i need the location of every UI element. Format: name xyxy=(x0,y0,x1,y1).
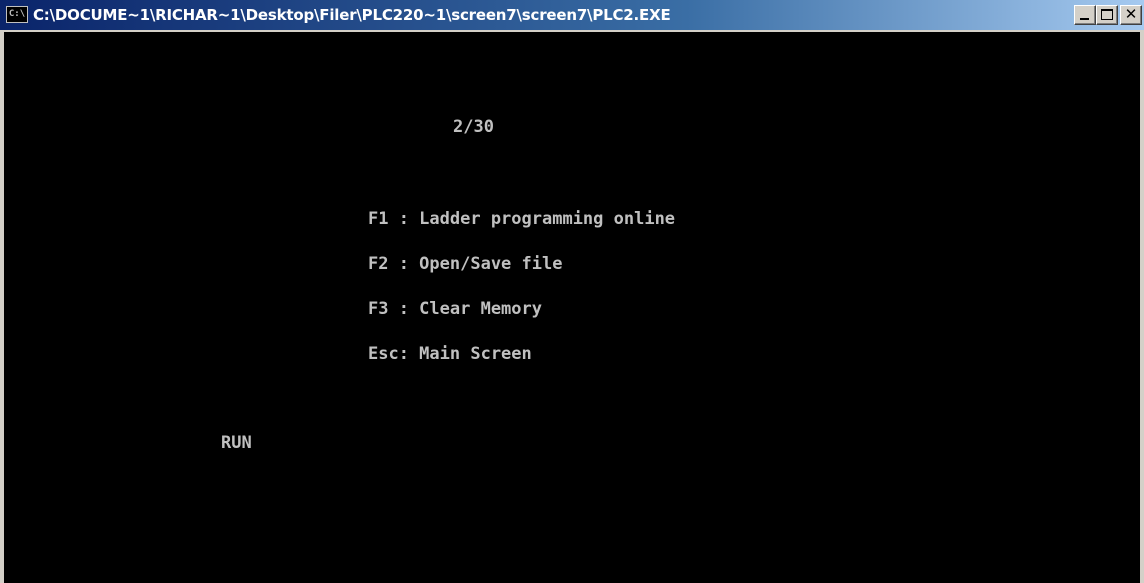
console-window: C:\ C:\DOCUME~1\RICHAR~1\Desktop\Filer\P… xyxy=(0,0,1144,583)
close-icon: ✕ xyxy=(1124,5,1138,23)
cmd-console-icon[interactable]: C:\ xyxy=(6,6,28,23)
maximize-button[interactable] xyxy=(1096,5,1118,25)
minimize-icon xyxy=(1080,18,1089,20)
menu-item-f2: F2 : Open/Save file xyxy=(368,254,563,274)
console-screen[interactable]: 2/30 F1 : Ladder programming online F2 :… xyxy=(4,32,1140,583)
function-key-menu: F1 : Ladder programming online F2 : Open… xyxy=(368,182,675,392)
page-counter: 2/30 xyxy=(453,117,494,137)
run-status: RUN xyxy=(221,433,252,453)
title-bar[interactable]: C:\ C:\DOCUME~1\RICHAR~1\Desktop\Filer\P… xyxy=(0,0,1144,30)
menu-item-f1: F1 : Ladder programming online xyxy=(368,209,676,229)
maximize-icon xyxy=(1101,9,1113,20)
menu-item-esc: Esc: Main Screen xyxy=(368,344,532,364)
minimize-button[interactable] xyxy=(1074,5,1096,25)
window-title: C:\DOCUME~1\RICHAR~1\Desktop\Filer\PLC22… xyxy=(33,6,671,24)
close-button[interactable]: ✕ xyxy=(1120,5,1142,25)
menu-item-f3: F3 : Clear Memory xyxy=(368,299,542,319)
